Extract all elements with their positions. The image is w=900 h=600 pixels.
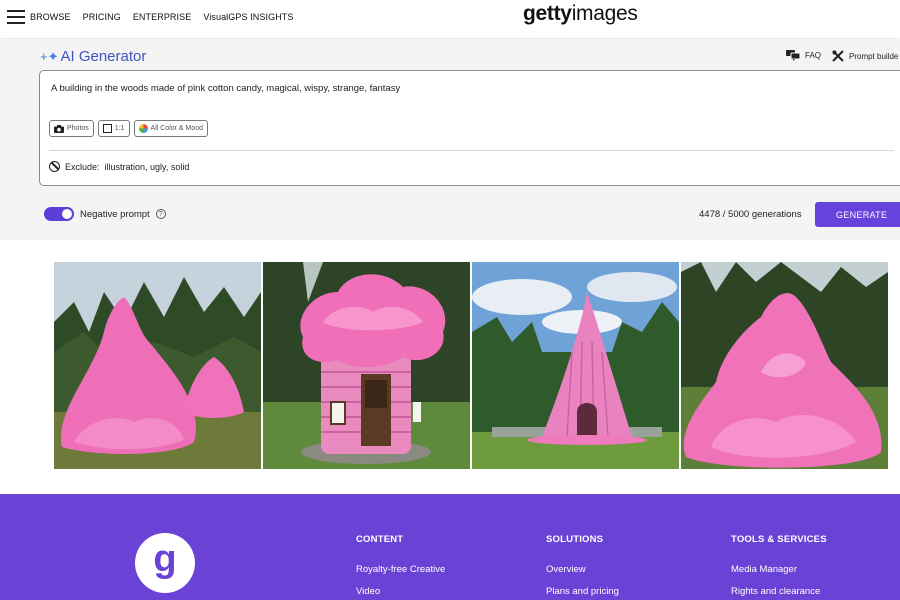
sparkle-icon: +✦ bbox=[40, 49, 59, 64]
footer-link-plans[interactable]: Plans and pricing bbox=[546, 586, 619, 597]
generated-image-4[interactable] bbox=[681, 262, 888, 469]
nav-enterprise[interactable]: ENTERPRISE bbox=[133, 12, 192, 22]
site-footer: g CONTENT Royalty-free Creative Video SO… bbox=[0, 494, 900, 600]
chat-icon bbox=[786, 50, 800, 61]
prompt-options: Photos 1:1 All Color & Mood bbox=[49, 120, 209, 137]
nav-browse[interactable]: BROWSE bbox=[30, 12, 71, 22]
gettyimages-logo[interactable]: gettyimages bbox=[523, 2, 638, 26]
footer-tools-column: TOOLS & SERVICES Media Manager Rights an… bbox=[731, 534, 827, 600]
generated-image-1[interactable] bbox=[54, 262, 261, 469]
ban-icon bbox=[49, 161, 60, 172]
footer-solutions-column: SOLUTIONS Overview Plans and pricing bbox=[546, 534, 619, 600]
footer-heading-content: CONTENT bbox=[356, 534, 404, 545]
top-nav: BROWSE PRICING ENTERPRISE VisualGPS INSI… bbox=[0, 0, 900, 38]
color-wheel-icon bbox=[138, 124, 148, 133]
camera-icon bbox=[54, 124, 64, 133]
color-mood-chip[interactable]: All Color & Mood bbox=[133, 120, 209, 137]
generated-image-3[interactable] bbox=[472, 262, 679, 469]
generate-button[interactable]: GENERATE bbox=[815, 202, 900, 227]
footer-link-rights[interactable]: Rights and clearance bbox=[731, 586, 827, 597]
prompt-text[interactable]: A building in the woods made of pink cot… bbox=[51, 83, 400, 94]
nav-pricing[interactable]: PRICING bbox=[83, 12, 121, 22]
generation-count: 4478 / 5000 generations bbox=[699, 209, 802, 220]
faq-link[interactable]: FAQ bbox=[786, 50, 821, 61]
negative-prompt-toggle[interactable] bbox=[44, 207, 74, 221]
photos-chip[interactable]: Photos bbox=[49, 120, 94, 137]
menu-icon[interactable] bbox=[7, 10, 25, 24]
image-results bbox=[54, 262, 888, 469]
footer-link-media-manager[interactable]: Media Manager bbox=[731, 564, 827, 575]
footer-link-overview[interactable]: Overview bbox=[546, 564, 619, 575]
exclude-value[interactable]: illustration, ugly, solid bbox=[105, 162, 190, 172]
divider bbox=[49, 150, 894, 151]
prompt-builder-link[interactable]: Prompt builde bbox=[832, 50, 898, 62]
negative-prompt-row: Negative prompt ? bbox=[44, 207, 166, 221]
footer-heading-solutions: SOLUTIONS bbox=[546, 534, 604, 545]
ai-generator-title: +✦ AI Generator bbox=[40, 48, 147, 65]
footer-link-video[interactable]: Video bbox=[356, 586, 445, 597]
footer-link-royalty-free[interactable]: Royalty-free Creative bbox=[356, 564, 445, 575]
footer-content-column: CONTENT Royalty-free Creative Video bbox=[356, 534, 445, 600]
square-icon bbox=[102, 124, 112, 133]
help-icon[interactable]: ? bbox=[155, 209, 166, 219]
nav-links: BROWSE PRICING ENTERPRISE VisualGPS INSI… bbox=[30, 12, 306, 22]
getty-g-logo[interactable]: g bbox=[135, 533, 195, 593]
exclude-row[interactable]: Exclude: illustration, ugly, solid bbox=[49, 161, 189, 172]
nav-visualgps[interactable]: VisualGPS INSIGHTS bbox=[203, 12, 293, 22]
generated-image-2[interactable] bbox=[263, 262, 470, 469]
aspect-ratio-chip[interactable]: 1:1 bbox=[97, 120, 130, 137]
footer-heading-tools: TOOLS & SERVICES bbox=[731, 534, 827, 545]
tools-icon bbox=[832, 50, 844, 62]
prompt-box[interactable]: A building in the woods made of pink cot… bbox=[39, 70, 900, 186]
negative-prompt-label: Negative prompt bbox=[80, 208, 150, 220]
